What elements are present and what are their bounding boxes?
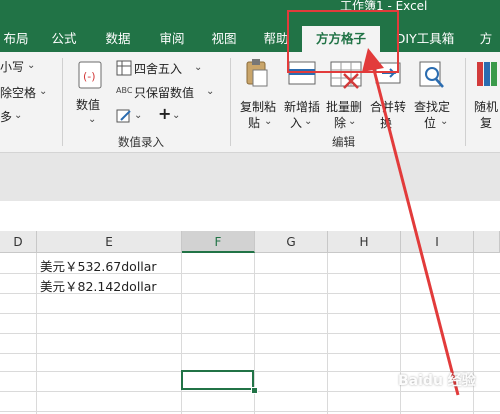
column-header-next[interactable] xyxy=(474,231,500,253)
ribbon-tabs: 布局 公式 数据 审阅 视图 帮助 方方格子 DIY工具箱 方 xyxy=(0,24,500,52)
lowercase-item[interactable]: 小写 xyxy=(0,58,24,75)
tab-formulas[interactable]: 公式 xyxy=(46,28,82,50)
values-icon: (-) xyxy=(76,60,106,94)
clipboard-icon xyxy=(244,58,270,92)
round-icon xyxy=(116,60,132,80)
tab-data[interactable]: 数据 xyxy=(100,28,136,50)
chevron-down-icon: ⌄ xyxy=(39,86,48,97)
chevron-down-icon: ⌄ xyxy=(172,110,181,121)
tab-layout[interactable]: 布局 xyxy=(0,28,32,50)
copy-paste-button-line2: 贴 xyxy=(248,116,261,130)
title-bar: 工作簿1 - Excel xyxy=(0,0,500,24)
edit-cell-icon[interactable] xyxy=(116,108,132,128)
annotation-highlight-box xyxy=(287,10,399,73)
grid-line xyxy=(0,353,500,354)
random-button-line2: 复 xyxy=(480,116,493,130)
cell-e1[interactable]: 美元￥532.67dollar xyxy=(40,256,157,275)
batch-delete-button-line2: 除 xyxy=(334,116,347,130)
merge-convert-button-line2: 换 xyxy=(380,116,393,130)
svg-text:(-): (-) xyxy=(83,70,96,83)
column-header-g[interactable]: G xyxy=(255,231,328,253)
values-button[interactable]: 数值 xyxy=(76,96,100,113)
grid-line xyxy=(0,391,500,392)
column-header-d[interactable]: D xyxy=(0,231,37,253)
chevron-down-icon: ⌄ xyxy=(27,60,36,71)
numeric-group-label: 数值录入 xyxy=(118,135,164,149)
insert-button[interactable]: 新增插 xyxy=(284,98,320,115)
chevron-down-icon: ⌄ xyxy=(88,114,97,125)
group-divider xyxy=(465,58,466,146)
column-header-e[interactable]: E xyxy=(37,231,182,253)
chevron-down-icon: ⌄ xyxy=(134,110,143,121)
group-divider xyxy=(230,58,231,146)
chevron-down-icon: ⌄ xyxy=(304,116,313,127)
round-button[interactable]: 四舍五入 xyxy=(134,60,182,77)
batch-delete-button[interactable]: 批量删 xyxy=(326,98,362,115)
insert-button-line2: 入 xyxy=(290,116,303,130)
find-locate-button-line2: 位 xyxy=(424,116,437,130)
group-divider xyxy=(62,58,63,146)
grid-line xyxy=(0,313,500,314)
grid-line xyxy=(0,411,500,412)
abc-icon: ABC xyxy=(116,86,133,95)
merge-convert-button[interactable]: 合并转 xyxy=(370,98,406,115)
grid-line xyxy=(0,333,500,334)
chevron-down-icon: ⌄ xyxy=(440,116,449,127)
cell-e2[interactable]: 美元￥82.142dollar xyxy=(40,276,157,295)
column-header-h[interactable]: H xyxy=(328,231,401,253)
chevron-down-icon: ⌄ xyxy=(264,116,273,127)
find-locate-icon xyxy=(418,60,446,94)
tab-more[interactable]: 方 xyxy=(476,28,496,50)
find-locate-button[interactable]: 查找定 xyxy=(414,98,450,115)
chevron-down-icon: ⌄ xyxy=(348,116,357,127)
random-icon xyxy=(476,60,498,92)
keep-values-button[interactable]: 只保留数值 xyxy=(134,84,194,101)
more-item[interactable]: 多 xyxy=(0,108,12,125)
chevron-down-icon: ⌄ xyxy=(194,62,203,73)
fill-handle[interactable] xyxy=(251,387,258,394)
chevron-down-icon: ⌄ xyxy=(206,86,215,97)
plus-icon[interactable]: + xyxy=(158,104,171,123)
tab-diy-toolbox[interactable]: DIY工具箱 xyxy=(392,28,458,50)
column-header-f[interactable]: F xyxy=(182,231,255,253)
random-button[interactable]: 随机 xyxy=(474,98,498,115)
ribbon-panel: 小写 ⌄ 除空格 ⌄ 多 ⌄ (-) 数值 ⌄ 四舍五入 ⌄ ABC 只保留数值… xyxy=(0,52,500,153)
sheet-gap xyxy=(0,201,500,231)
tab-view[interactable]: 视图 xyxy=(206,28,242,50)
copy-paste-button[interactable]: 复制粘 xyxy=(240,98,276,115)
column-header-i[interactable]: I xyxy=(401,231,474,253)
formula-bar-area xyxy=(0,153,500,201)
tab-review[interactable]: 审阅 xyxy=(154,28,190,50)
selected-cell-f[interactable] xyxy=(181,370,254,390)
remove-spaces-item[interactable]: 除空格 xyxy=(0,84,36,101)
edit-group-label: 编辑 xyxy=(332,135,355,149)
chevron-down-icon: ⌄ xyxy=(14,110,23,121)
watermark-text: Baidu 经验 xyxy=(398,373,476,389)
